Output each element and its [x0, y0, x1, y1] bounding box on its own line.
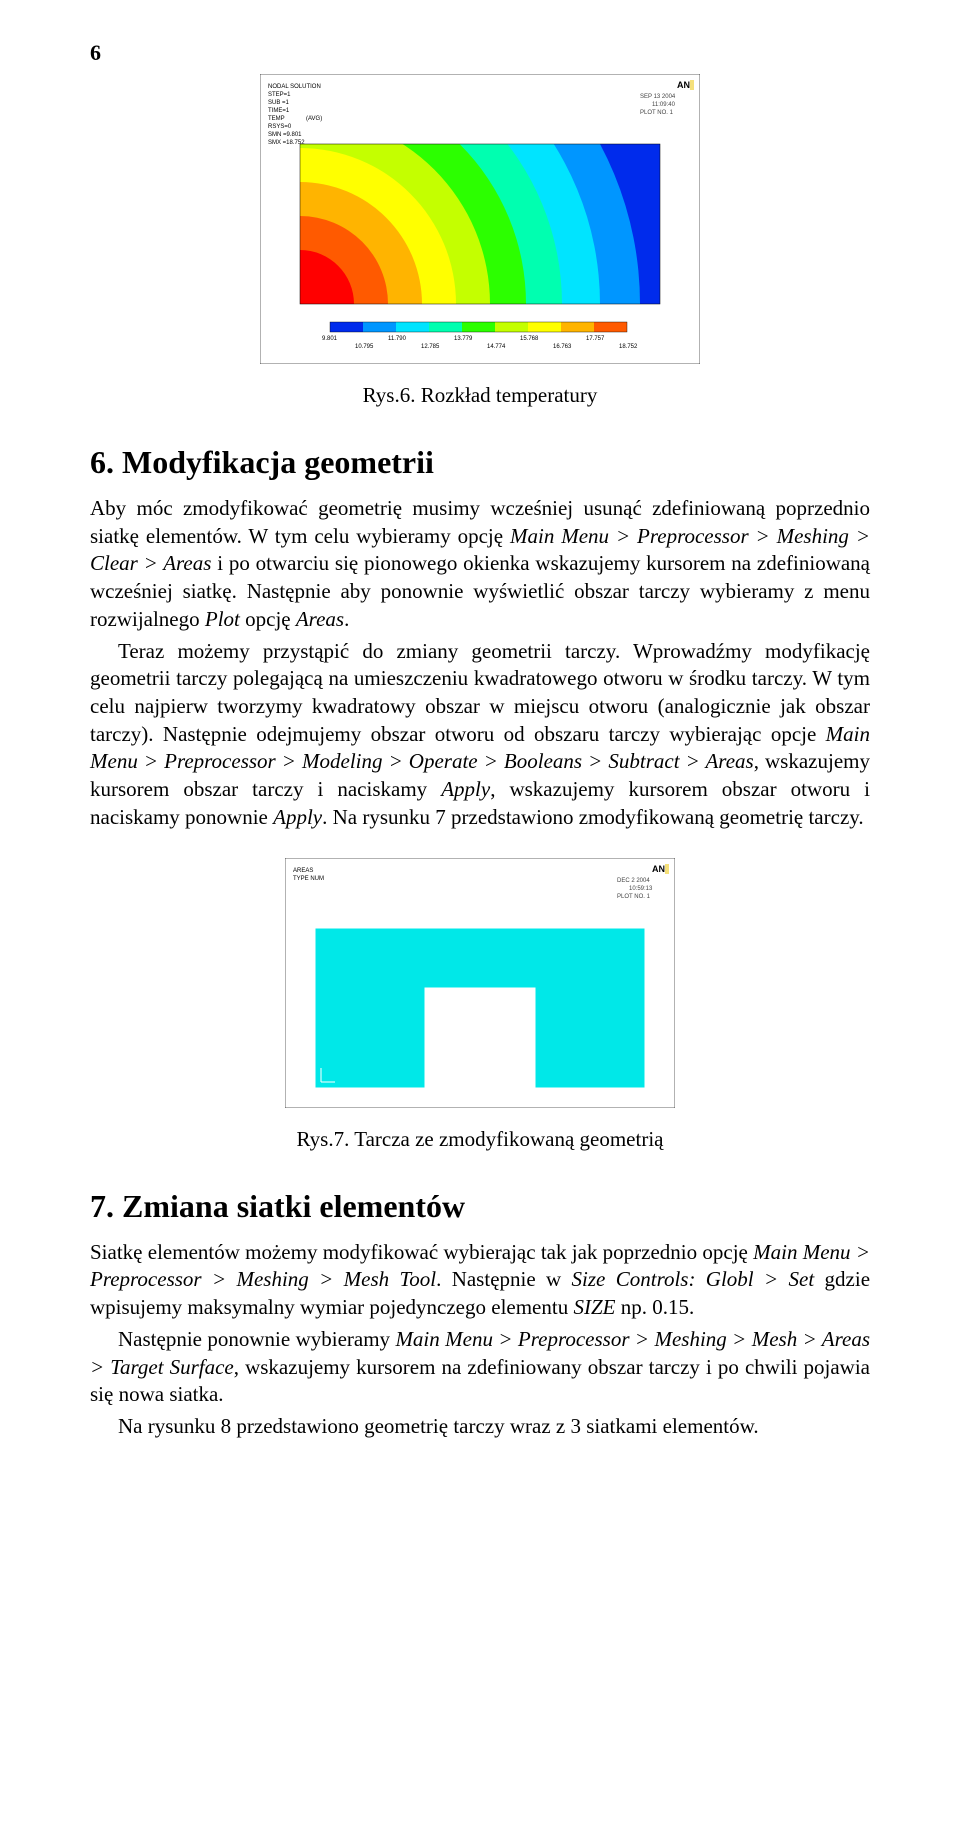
page: 6 NODAL SOLUTION STEP=1 SUB =1 TIME=1 TE…: [0, 0, 960, 1831]
menu-item: Areas: [296, 607, 344, 631]
colorbar: [330, 322, 627, 332]
text: . Na rysunku 7 przedstawiono zmodyfikowa…: [322, 805, 864, 829]
section-6-p1: Aby móc zmodyfikować geometrię musimy wc…: [90, 495, 870, 634]
section-6-title: 6. Modyfikacja geometrii: [90, 444, 870, 481]
plot-label: NODAL SOLUTION: [268, 84, 321, 90]
tick: 13.779: [454, 336, 473, 342]
menu-item: Plot: [205, 607, 240, 631]
section-7-p2: Następnie ponownie wybieramy Main Menu >…: [90, 1326, 870, 1409]
plot-num: PLOT NO. 1: [640, 110, 674, 116]
text: opcję: [240, 607, 296, 631]
figure-6-caption: Rys.6. Rozkład temperatury: [90, 383, 870, 408]
tick: 16.763: [553, 344, 572, 350]
tick: 10.795: [355, 344, 374, 350]
section-7-p3: Na rysunku 8 przedstawiono geometrię tar…: [90, 1413, 870, 1441]
plot-label: STEP=1: [268, 92, 291, 98]
tick: 12.785: [421, 344, 440, 350]
figure-7-caption: Rys.7. Tarcza ze zmodyfikowaną geometrią: [90, 1127, 870, 1152]
plot-label: AREAS: [293, 868, 313, 874]
figure-6: NODAL SOLUTION STEP=1 SUB =1 TIME=1 TEMP…: [90, 74, 870, 369]
section-7-title: 7. Zmiana siatki elementów: [90, 1188, 870, 1225]
plot-label: SUB =1: [268, 100, 290, 106]
section-7-p1: Siatkę elementów możemy modyfikować wybi…: [90, 1239, 870, 1322]
section-6-p2: Teraz możemy przystąpić do zmiany geomet…: [90, 638, 870, 832]
control-label: Size Controls: Globl > Set: [572, 1267, 815, 1291]
text: . Następnie w: [436, 1267, 571, 1291]
text: .: [344, 607, 349, 631]
button-label: Apply: [441, 777, 490, 801]
plot-date: SEP 13 2004: [640, 94, 676, 100]
temperature-plot: NODAL SOLUTION STEP=1 SUB =1 TIME=1 TEMP…: [260, 74, 700, 364]
plot-label: TIME=1: [268, 108, 290, 114]
tick: 17.757: [586, 336, 605, 342]
plot-label: TEMP: [268, 116, 285, 122]
plot-label: SMN =9.801: [268, 132, 302, 138]
tick: 9.801: [322, 336, 338, 342]
ansys-logo: AN: [677, 80, 690, 90]
plot-label: SMX =18.752: [268, 140, 305, 146]
plot-date: DEC 2 2004: [617, 878, 650, 884]
text: Siatkę elementów możemy modyfikować wybi…: [90, 1240, 753, 1264]
tick: 11.790: [388, 336, 407, 342]
figure-7: AREAS TYPE NUM AN DEC 2 2004 10:59:13 PL…: [90, 858, 870, 1113]
ansys-logo: AN: [652, 864, 665, 874]
geometry-plot: AREAS TYPE NUM AN DEC 2 2004 10:59:13 PL…: [285, 858, 675, 1108]
plot-time: 10:59:13: [629, 886, 653, 892]
text: np. 0.15.: [615, 1295, 694, 1319]
text: Następnie ponownie wybieramy: [118, 1327, 395, 1351]
tick: 15.768: [520, 336, 539, 342]
button-label: Apply: [273, 805, 322, 829]
tick: 18.752: [619, 344, 638, 350]
page-number: 6: [90, 40, 870, 66]
plot-label: TYPE NUM: [293, 876, 324, 882]
plot-label: (AVG): [306, 116, 322, 122]
plot-num: PLOT NO. 1: [617, 894, 651, 900]
tick: 14.774: [487, 344, 506, 350]
plot-label: RSYS=0: [268, 124, 292, 130]
param-label: SIZE: [573, 1295, 615, 1319]
text: Teraz możemy przystąpić do zmiany geomet…: [90, 639, 870, 746]
plot-time: 11:09:40: [652, 102, 676, 108]
